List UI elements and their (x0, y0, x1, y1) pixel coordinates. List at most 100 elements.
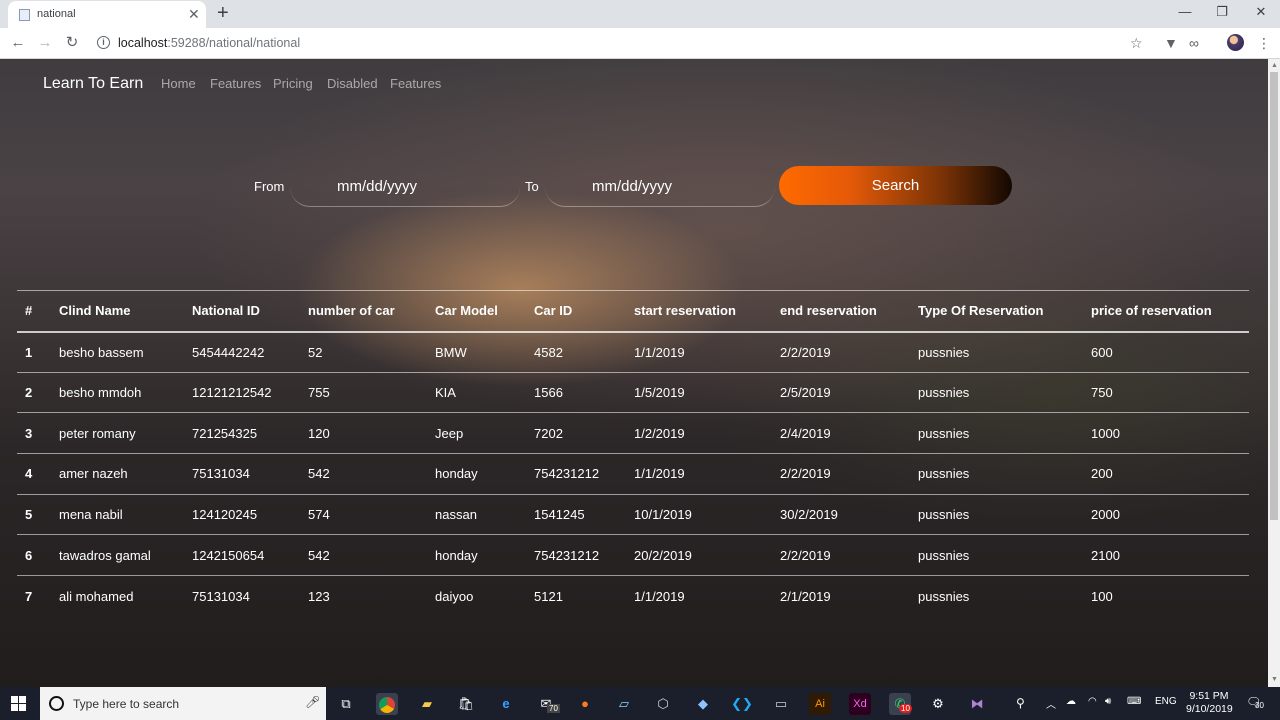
cell-index: 6 (17, 534, 51, 577)
column-header: Type Of Reservation (910, 290, 1083, 333)
cell-client-name: peter romany (51, 412, 184, 455)
browser-menu-icon[interactable]: ⋮ (1257, 34, 1271, 52)
nav-link-home[interactable]: Home (161, 76, 196, 91)
cell-start-reservation: 1/1/2019 (634, 588, 685, 604)
cell-car-id: 4582 (526, 331, 626, 373)
cell-price: 1000 (1083, 412, 1249, 455)
maximize-button[interactable]: ❐ (1202, 3, 1242, 21)
cell-end-reservation: 2/4/2019 (772, 412, 910, 455)
scroll-up-arrow-icon[interactable]: ▲ (1271, 62, 1278, 69)
keyboard-icon[interactable]: ⌨ (1127, 696, 1141, 707)
cell-index: 3 (17, 412, 51, 455)
site-info-icon[interactable]: i (97, 36, 110, 49)
microphone-icon[interactable]: 🎤︎ (305, 695, 320, 709)
system-clock[interactable]: 9:51 PM 9/10/2019 (1186, 690, 1233, 716)
cell-start-reservation: 1/2/2019 (626, 412, 772, 455)
cell-car-model: BMW (427, 331, 526, 373)
firefox-icon[interactable]: ● (574, 693, 596, 715)
people-icon[interactable]: ⚲ (1016, 696, 1025, 710)
cell-national-id: 721254325 (184, 412, 300, 455)
browser-tab[interactable]: national ✕ (8, 1, 206, 28)
table-row: 3 peter romany 721254325 120 Jeep 7202 1… (17, 412, 1249, 455)
terminal-icon[interactable]: ▭ (770, 693, 792, 715)
nav-link-disabled: Disabled (327, 76, 378, 91)
vscode-icon[interactable]: ❮❯ (731, 693, 753, 715)
search-button[interactable]: Search (779, 166, 1012, 205)
chrome-icon[interactable] (376, 693, 398, 715)
store-icon[interactable]: 🛍︎ (455, 693, 477, 715)
adobe-xd-icon[interactable]: Xd (849, 693, 871, 715)
cell-car-id: 754231212 (526, 534, 626, 577)
navbar-brand[interactable]: Learn To Earn (43, 75, 143, 93)
cell-number-of-car: 542 (300, 453, 427, 495)
window-close-button[interactable]: ✕ (1241, 3, 1280, 21)
cell-national-id: 75131034 (184, 453, 300, 495)
forward-arrow-icon[interactable]: → (35, 33, 55, 53)
notepad-icon[interactable]: ▱ (613, 693, 635, 715)
extension-infinity-icon[interactable]: ∞ (1189, 34, 1199, 52)
bookmark-star-icon[interactable]: ☆ (1130, 34, 1143, 52)
volume-icon[interactable]: 🔊︎ (1105, 696, 1111, 707)
package-icon[interactable]: ⬡ (652, 693, 674, 715)
cell-type-of-reservation: pussnies (910, 412, 1083, 455)
new-tab-button[interactable]: + (217, 2, 229, 24)
from-label: From (254, 179, 285, 194)
cell-car-model: Jeep (427, 412, 526, 455)
column-header: Car Model (427, 290, 526, 333)
minimize-button[interactable]: — (1165, 3, 1205, 21)
illustrator-icon[interactable]: Ai (809, 693, 831, 715)
cell-national-id: 1242150654 (184, 534, 300, 577)
reload-icon[interactable]: ↻ (62, 33, 82, 53)
extension-vpn-icon[interactable]: ▼ (1164, 34, 1178, 52)
cell-number-of-car: 574 (300, 494, 427, 536)
cell-price: 2000 (1083, 494, 1249, 536)
cell-number-of-car: 542 (300, 534, 427, 577)
cell-start-reservation: 20/2/2019 (626, 534, 772, 577)
cell-number-of-car: 123 (308, 588, 330, 604)
nav-link-pricing[interactable]: Pricing (273, 76, 313, 91)
wifi-icon[interactable]: ◠ (1088, 696, 1097, 707)
windows-start-icon[interactable] (11, 696, 27, 712)
to-date-input[interactable]: mm/dd/yyyy (545, 167, 775, 207)
cell-number-of-car: 120 (300, 412, 427, 455)
nav-link-features-2[interactable]: Features (390, 76, 441, 91)
edge-icon[interactable]: e (495, 693, 517, 715)
cell-number-of-car: 52 (300, 331, 427, 373)
back-arrow-icon[interactable]: ← (8, 33, 28, 53)
from-date-input[interactable]: mm/dd/yyyy (290, 167, 520, 207)
cell-type-of-reservation: pussnies (910, 453, 1083, 495)
settings-gear-icon[interactable]: ⚙ (927, 693, 949, 715)
cell-start-reservation: 10/1/2019 (626, 494, 772, 536)
file-explorer-icon[interactable]: ▰ (416, 693, 438, 715)
column-header: Car ID (526, 290, 626, 333)
tab-close-icon[interactable]: ✕ (188, 6, 200, 22)
onedrive-cloud-icon[interactable]: ☁ (1066, 696, 1076, 707)
cell-national-id: 75131034 (192, 588, 250, 604)
taskbar-search-box[interactable]: Type here to search 🎤︎ (40, 687, 326, 720)
3d-viewer-icon[interactable]: ◆ (692, 693, 714, 715)
to-label: To (525, 179, 539, 194)
column-header: price of reservation (1083, 290, 1249, 333)
mail-badge: 70 (547, 704, 560, 713)
url-host: localhost (118, 36, 168, 50)
address-bar[interactable]: localhost:59288/national/national (118, 36, 300, 50)
visual-studio-icon[interactable]: ⧓ (966, 693, 988, 715)
page-content: Learn To Earn Home Features Pricing Disa… (0, 59, 1268, 687)
from-date-value: mm/dd/yyyy (337, 178, 418, 195)
cell-end-reservation: 2/2/2019 (772, 331, 910, 373)
language-indicator[interactable]: ENG (1155, 696, 1177, 707)
scroll-down-arrow-icon[interactable]: ▼ (1271, 676, 1278, 683)
show-hidden-icons-icon[interactable]: ︿ (1046, 696, 1056, 711)
profile-avatar[interactable] (1227, 34, 1244, 51)
nav-link-features[interactable]: Features (210, 76, 261, 91)
table-row: 5 mena nabil 124120245 574 nassan 154124… (17, 494, 1249, 536)
cell-national-id: 124120245 (184, 494, 300, 536)
cell-client-name: mena nabil (51, 494, 184, 536)
cell-type-of-reservation: pussnies (910, 331, 1083, 373)
cell-type-of-reservation: pussnies (910, 534, 1083, 577)
column-header: start reservation (626, 290, 772, 333)
cell-end-reservation: 2/5/2019 (772, 372, 910, 414)
cell-client-name: besho mmdoh (51, 372, 184, 414)
scrollbar-thumb[interactable] (1270, 72, 1278, 520)
task-view-icon[interactable]: ⧉ (335, 693, 357, 715)
